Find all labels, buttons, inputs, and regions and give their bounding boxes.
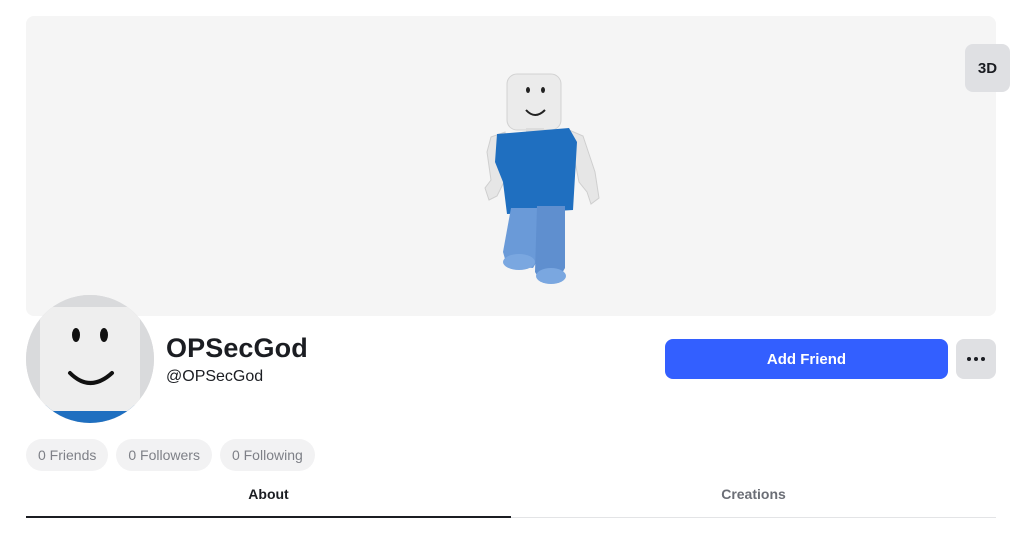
profile-tabs: About Creations (26, 470, 996, 518)
view-3d-button[interactable]: 3D (965, 44, 1010, 92)
avatar-headshot-image (26, 295, 154, 423)
avatar-figure (484, 73, 600, 284)
more-options-button[interactable] (956, 339, 996, 379)
tab-about[interactable]: About (26, 470, 511, 518)
username: @OPSecGod (166, 368, 264, 385)
following-count-chip[interactable]: 0 Following (219, 439, 315, 471)
tab-creations[interactable]: Creations (511, 470, 996, 517)
avatar-headshot[interactable] (26, 295, 154, 423)
avatar-stage: 3D (26, 16, 1010, 316)
followers-count-chip[interactable]: 0 Followers (116, 439, 212, 471)
social-counts: 0 Friends 0 Followers 0 Following (26, 439, 315, 471)
profile-page: 3D OPSecGod @OPSecGod Add Friend 0 Frien… (0, 0, 1029, 539)
add-friend-button[interactable]: Add Friend (665, 339, 948, 379)
display-name: OPSecGod (166, 333, 308, 363)
ellipsis-icon (966, 357, 987, 361)
friends-count-chip[interactable]: 0 Friends (26, 439, 109, 471)
